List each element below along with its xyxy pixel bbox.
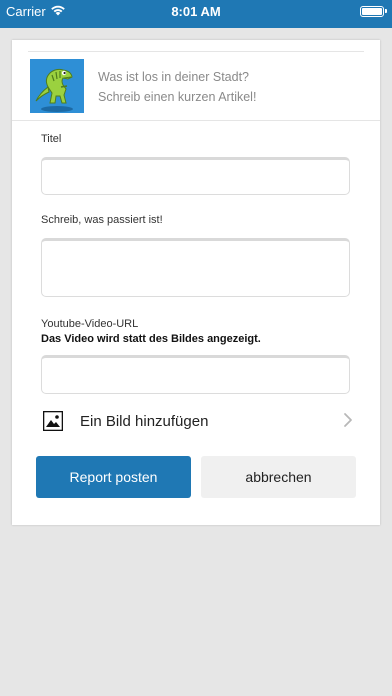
body-label: Schreib, was passiert ist! <box>41 214 163 226</box>
youtube-url-input[interactable] <box>42 358 349 393</box>
add-image-row[interactable]: Ein Bild hinzufügen <box>41 406 353 438</box>
divider-header <box>12 120 380 121</box>
youtube-field[interactable] <box>41 355 350 394</box>
youtube-label: Youtube-Video-URL <box>41 318 139 330</box>
header-line-1: Was ist los in deiner Stadt? <box>98 70 249 84</box>
chevron-right-icon <box>344 413 352 427</box>
body-field[interactable] <box>41 238 350 297</box>
body-textarea[interactable] <box>42 241 349 296</box>
dinosaur-avatar-image <box>30 59 84 113</box>
title-field[interactable] <box>41 157 350 195</box>
title-input[interactable] <box>42 160 349 194</box>
divider-top <box>28 51 364 52</box>
cancel-button[interactable]: abbrechen <box>201 456 356 498</box>
post-report-button[interactable]: Report posten <box>36 456 191 498</box>
status-bar: Carrier 8:01 AM <box>0 0 392 28</box>
header-line-2: Schreib einen kurzen Artikel! <box>98 90 257 104</box>
add-image-label: Ein Bild hinzufügen <box>80 413 209 430</box>
clock: 8:01 AM <box>171 4 221 19</box>
header-text: Was ist los in deiner Stadt? Schreib ein… <box>98 67 256 107</box>
youtube-hint: Das Video wird statt des Bildes angezeig… <box>41 333 261 345</box>
form-header: Was ist los in deiner Stadt? Schreib ein… <box>30 58 350 113</box>
image-icon <box>43 411 63 431</box>
title-label: Titel <box>41 133 62 145</box>
battery-icon <box>360 6 387 17</box>
